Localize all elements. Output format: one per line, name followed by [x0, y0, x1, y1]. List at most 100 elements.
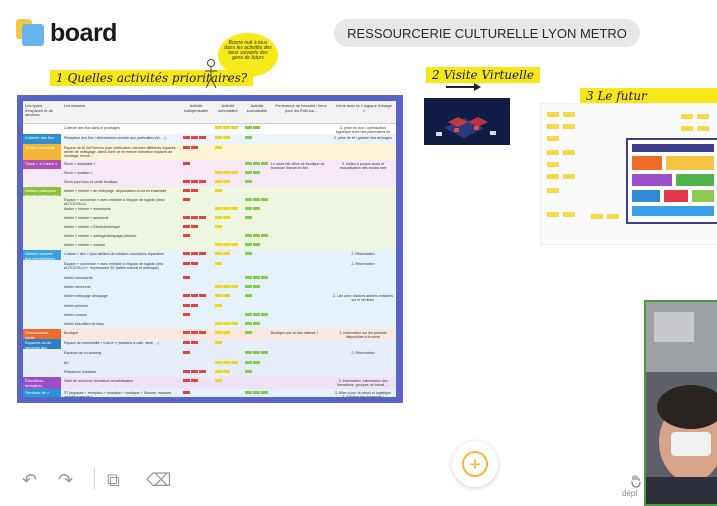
- vote-sticky[interactable]: [245, 276, 252, 279]
- vote-sticky[interactable]: [215, 146, 222, 149]
- vote-sticky[interactable]: [261, 276, 268, 279]
- vote-sticky[interactable]: [245, 171, 252, 174]
- vote-sticky[interactable]: [199, 180, 206, 183]
- vote-sticky[interactable]: [199, 252, 206, 255]
- vote-sticky[interactable]: [245, 216, 252, 219]
- video-participant-frame[interactable]: [644, 300, 717, 506]
- recyclerie-plan-card[interactable]: [626, 138, 717, 224]
- panel3-sticky[interactable]: [547, 212, 559, 217]
- vote-sticky[interactable]: [215, 180, 222, 183]
- vote-sticky[interactable]: [245, 162, 252, 165]
- vote-sticky[interactable]: [253, 171, 260, 174]
- vote-sticky[interactable]: [253, 234, 260, 237]
- vote-sticky[interactable]: [223, 180, 230, 183]
- vote-sticky[interactable]: [199, 331, 206, 334]
- vote-sticky[interactable]: [215, 379, 222, 382]
- vote-sticky[interactable]: [223, 294, 230, 297]
- panel3-sticky[interactable]: [697, 126, 709, 131]
- panel3-sticky[interactable]: [591, 214, 603, 219]
- vote-sticky[interactable]: [245, 234, 252, 237]
- vote-sticky[interactable]: [191, 341, 198, 344]
- vote-sticky[interactable]: [245, 243, 252, 246]
- vote-sticky[interactable]: [183, 276, 190, 279]
- panel3-sticky[interactable]: [547, 162, 559, 167]
- vote-sticky[interactable]: [231, 361, 238, 364]
- vote-sticky[interactable]: [245, 285, 252, 288]
- vote-sticky[interactable]: [261, 351, 268, 354]
- app-logo[interactable]: board: [16, 18, 117, 48]
- vote-sticky[interactable]: [245, 294, 252, 297]
- vote-sticky[interactable]: [183, 162, 190, 165]
- vote-sticky[interactable]: [231, 285, 238, 288]
- vote-sticky[interactable]: [245, 351, 252, 354]
- vote-sticky[interactable]: [245, 252, 252, 255]
- vote-sticky[interactable]: [215, 171, 222, 174]
- board-title[interactable]: RESSOURCERIE CULTURELLE LYON METRO: [334, 19, 640, 47]
- vote-sticky[interactable]: [183, 198, 190, 201]
- panel3-sticky[interactable]: [563, 174, 575, 179]
- vote-sticky[interactable]: [223, 243, 230, 246]
- vote-sticky[interactable]: [245, 391, 252, 394]
- vote-sticky[interactable]: [215, 243, 222, 246]
- undo-icon[interactable]: ↶: [22, 470, 37, 491]
- vote-sticky[interactable]: [223, 216, 230, 219]
- eraser-icon[interactable]: ⌫: [146, 470, 171, 491]
- vote-sticky[interactable]: [191, 304, 198, 307]
- vote-sticky[interactable]: [191, 262, 198, 265]
- vote-sticky[interactable]: [199, 136, 206, 139]
- vote-sticky[interactable]: [253, 207, 260, 210]
- section-heading-1[interactable]: 1 Quelles activités prioritaires?: [50, 70, 254, 86]
- vote-sticky[interactable]: [183, 252, 190, 255]
- panel3-sticky[interactable]: [563, 150, 575, 155]
- copy-icon[interactable]: ⧉: [107, 470, 120, 491]
- vote-sticky[interactable]: [183, 379, 190, 382]
- vote-sticky[interactable]: [215, 252, 222, 255]
- vote-sticky[interactable]: [245, 331, 252, 334]
- vote-sticky[interactable]: [183, 331, 190, 334]
- vote-sticky[interactable]: [223, 331, 230, 334]
- panel3-sticky[interactable]: [547, 174, 559, 179]
- vote-sticky[interactable]: [245, 207, 252, 210]
- vote-sticky[interactable]: [231, 243, 238, 246]
- vote-sticky[interactable]: [183, 341, 190, 344]
- vote-sticky[interactable]: [199, 370, 206, 373]
- vote-sticky[interactable]: [231, 207, 238, 210]
- panel3-sticky[interactable]: [563, 212, 575, 217]
- vote-sticky[interactable]: [245, 198, 252, 201]
- vote-sticky[interactable]: [253, 313, 260, 316]
- vote-sticky[interactable]: [215, 361, 222, 364]
- panel3-sticky[interactable]: [547, 124, 559, 129]
- vote-sticky[interactable]: [231, 322, 238, 325]
- panel3-sticky[interactable]: [563, 112, 575, 117]
- vote-sticky[interactable]: [253, 126, 260, 129]
- activities-board[interactable]: Les types d'espaces et de services Les b…: [17, 95, 403, 403]
- vote-sticky[interactable]: [253, 276, 260, 279]
- vote-sticky[interactable]: [215, 285, 222, 288]
- vote-sticky[interactable]: [253, 162, 260, 165]
- panel3-sticky[interactable]: [681, 114, 693, 119]
- vote-sticky[interactable]: [231, 126, 238, 129]
- vote-sticky[interactable]: [245, 370, 252, 373]
- vote-sticky[interactable]: [223, 361, 230, 364]
- vote-sticky[interactable]: [191, 252, 198, 255]
- vote-sticky[interactable]: [183, 216, 190, 219]
- vote-sticky[interactable]: [183, 189, 190, 192]
- panel3-sticky[interactable]: [563, 124, 575, 129]
- vote-sticky[interactable]: [191, 189, 198, 192]
- vote-sticky[interactable]: [245, 313, 252, 316]
- vote-sticky[interactable]: [215, 126, 222, 129]
- vote-sticky[interactable]: [223, 285, 230, 288]
- vote-sticky[interactable]: [183, 146, 190, 149]
- panel3-sticky[interactable]: [607, 214, 619, 219]
- vote-sticky[interactable]: [253, 361, 260, 364]
- vote-sticky[interactable]: [223, 370, 230, 373]
- vote-sticky[interactable]: [261, 162, 268, 165]
- vote-sticky[interactable]: [215, 189, 222, 192]
- vote-sticky[interactable]: [253, 351, 260, 354]
- vote-sticky[interactable]: [261, 391, 268, 394]
- vote-sticky[interactable]: [223, 171, 230, 174]
- vote-sticky[interactable]: [215, 331, 222, 334]
- vote-sticky[interactable]: [191, 216, 198, 219]
- vote-sticky[interactable]: [183, 234, 190, 237]
- vote-sticky[interactable]: [199, 216, 206, 219]
